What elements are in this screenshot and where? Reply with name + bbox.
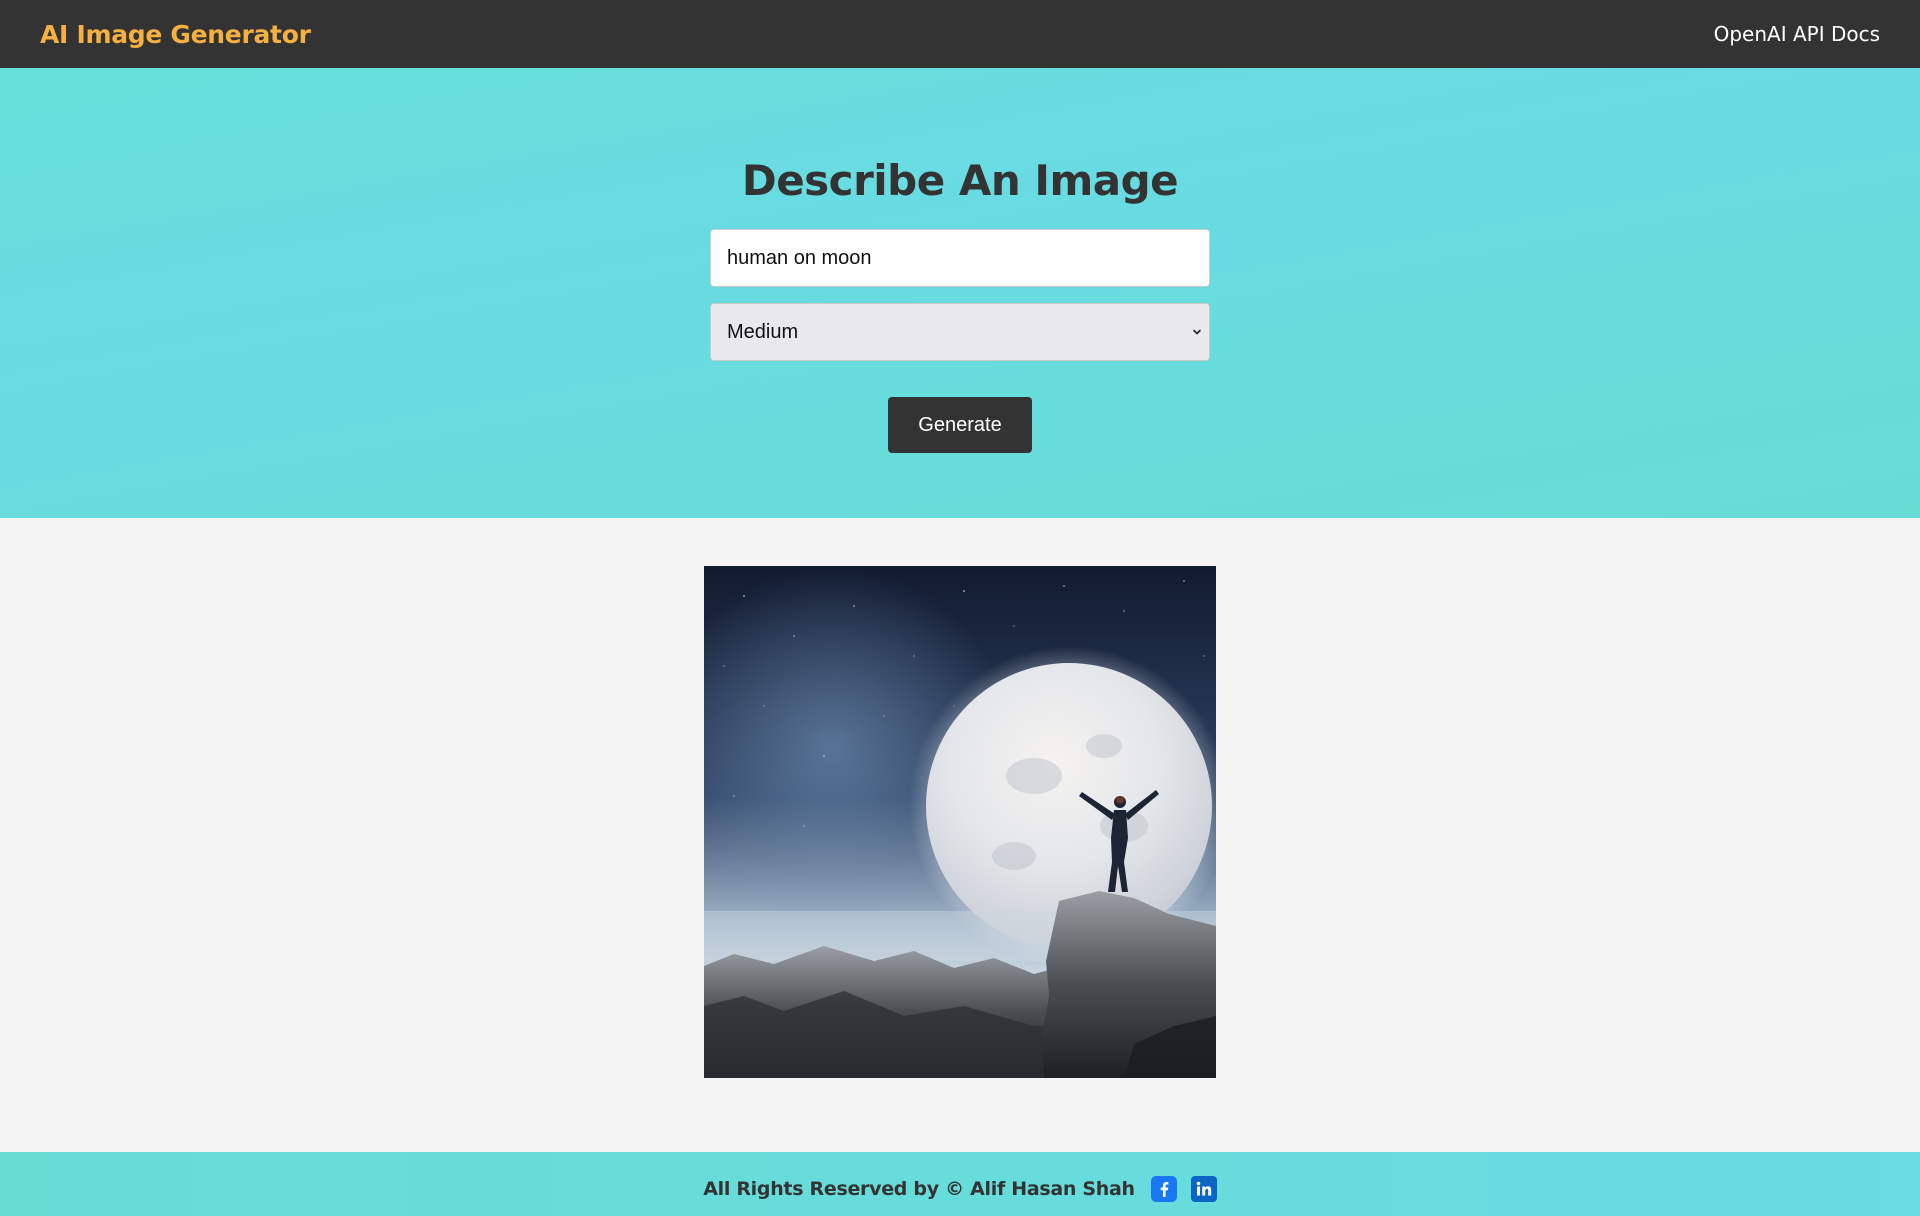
hero-section: Describe An Image human on moon Medium G… (0, 68, 1920, 518)
size-select[interactable]: Medium (710, 303, 1210, 361)
prompt-input-value: human on moon (727, 246, 872, 269)
generated-image (704, 566, 1216, 1078)
size-select-value: Medium (727, 320, 799, 343)
generate-button[interactable]: Generate (888, 397, 1032, 453)
footer: All Rights Reserved by © Alif Hasan Shah (0, 1152, 1920, 1216)
prompt-input[interactable]: human on moon (710, 229, 1210, 287)
result-section (0, 518, 1920, 1152)
openai-docs-link[interactable]: OpenAI API Docs (1714, 22, 1880, 46)
chevron-down-icon (1193, 329, 1201, 335)
page-title: Describe An Image (741, 156, 1179, 205)
navbar: AI Image Generator OpenAI API Docs (0, 0, 1920, 68)
linkedin-icon[interactable] (1190, 1176, 1217, 1202)
brand-logo[interactable]: AI Image Generator (40, 20, 311, 49)
facebook-icon[interactable] (1150, 1176, 1177, 1202)
footer-copyright: All Rights Reserved by © Alif Hasan Shah (703, 1178, 1135, 1200)
